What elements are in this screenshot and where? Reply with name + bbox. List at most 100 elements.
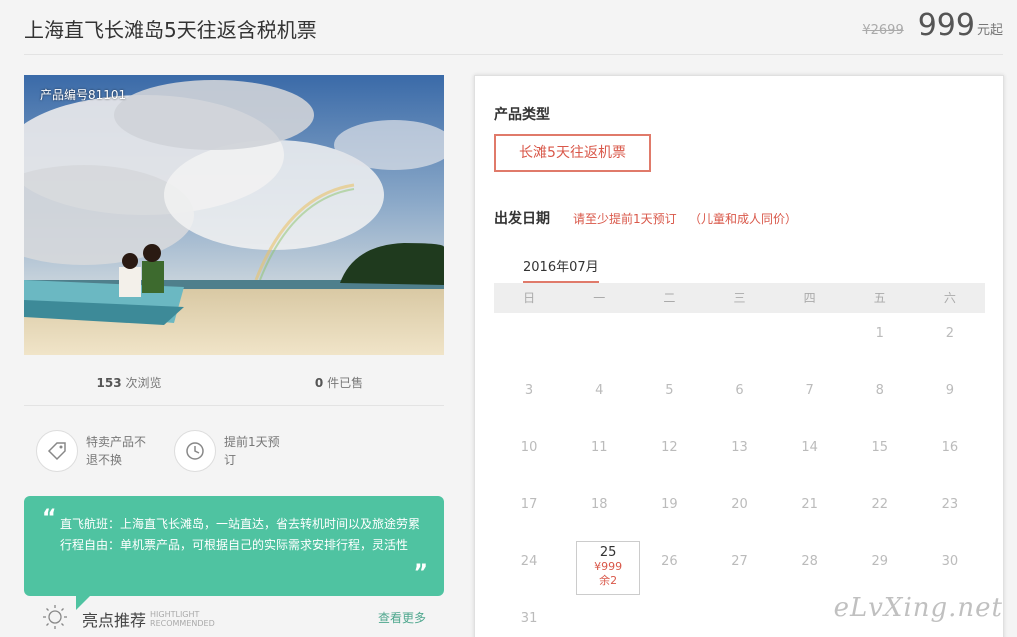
sold-count: 0 [314,376,324,390]
calendar-day: 4 [595,383,604,398]
price-unit: 元起 [976,23,1003,38]
calendar-week-row: 12 [494,313,985,370]
weekday-label: 日 [523,291,536,305]
day-price: ¥999 [594,560,623,573]
open-quote-icon: “ [42,506,57,531]
calendar-day: 20 [731,497,748,512]
calendar-day: 27 [731,554,748,569]
seats-remaining: 余2 [599,574,618,587]
bubble-line-2: 行程自由：单机票产品，可根据自己的实际需求安排行程，灵活性 [60,538,409,552]
product-photo: 产品编号81101 [24,75,444,355]
feature-advance-booking: 提前1天预订 [174,430,312,472]
product-type-label: 产品类型 [494,107,550,123]
weekday-label: 六 [943,291,956,305]
calendar-day: 23 [941,497,959,512]
price-box: ¥2699 999 元起 [862,8,1003,44]
view-more-link[interactable]: 查看更多 [378,609,426,626]
highlight-header: 亮点推荐 HIGHTLIGHT RECOMMENDED 查看更多 [42,604,426,634]
calendar-day [564,598,634,637]
calendar-day: 24 [520,554,538,569]
advance-note: 请至少提前1天预订 [573,212,677,226]
product-stats: 153 次浏览 0 件已售 [24,366,444,406]
clock-icon [174,430,216,472]
calendar-day: 10 [520,440,538,455]
calendar-day: 18 [590,497,608,512]
views-count: 153 [96,376,122,390]
current-price: 999 [917,8,975,43]
calendar-day-available[interactable]: 25 ¥999 余2 [564,541,641,598]
calendar-day: 12 [661,440,678,455]
views-label: 次浏览 [125,376,162,390]
booking-panel: 产品类型 长滩5天往返机票 出发日期 请至少提前1天预订 （儿童和成人同价） 2… [474,75,1004,637]
calendar-day [564,313,634,370]
feature-text: 提前1天预订 [224,435,280,467]
weekday-label: 一 [593,291,606,305]
page-title: 上海直飞长滩岛5天往返含税机票 [24,18,317,42]
calendar-day: 16 [941,440,959,455]
tag-icon [36,430,78,472]
month-tab[interactable]: 2016年07月 [523,256,599,284]
day-number: 25 [599,545,617,560]
calendar-day: 3 [524,383,534,398]
calendar-day: 31 [520,611,538,626]
beach-photo [24,75,444,355]
weekday-label: 二 [663,291,676,305]
calendar-day: 19 [661,497,678,512]
calendar-day [634,598,704,637]
calendar-day: 30 [941,554,959,569]
calendar-day: 22 [871,497,889,512]
product-type-option[interactable]: 长滩5天往返机票 [494,134,651,172]
weekday-header: 日 一 二 三 四 五 六 [494,283,985,313]
available-day-box[interactable]: 25 ¥999 余2 [576,541,641,595]
price-note: （儿童和成人同价） [689,212,798,226]
sold-stat: 0 件已售 [234,366,444,405]
calendar-day: 9 [945,383,955,398]
calendar-day: 7 [805,383,814,398]
watermark: eLvXing.net [833,593,1003,623]
calendar-day: 29 [871,554,889,569]
original-price: ¥2699 [862,23,904,38]
highlight-en-2: RECOMMENDED [150,619,215,628]
feature-text: 特卖产品不退不换 [86,435,147,467]
highlight-en-1: HIGHTLIGHT [150,610,200,619]
calendar-day: 15 [871,440,889,455]
calendar-day [704,598,774,637]
weekday-label: 五 [873,291,886,305]
calendar-day: 17 [520,497,538,512]
views-stat: 153 次浏览 [24,366,234,405]
calendar-day: 8 [875,383,884,398]
bubble-line-1: 直飞航班：上海直飞长滩岛，一站直达，省去转机时间以及旅途劳累 [60,517,421,531]
close-quote-icon: ” [413,561,428,586]
calendar-day [494,313,564,370]
calendar-grid: 1 2 3 4 5 6 7 8 9 10 11 12 13 14 15 16 17 18 19 20 21 22 23 24 2… [494,313,985,637]
product-number: 产品编号81101 [40,88,127,102]
departure-date-label: 出发日期 [494,211,550,227]
feature-list: 特卖产品不退不换 提前1天预订 [36,430,312,472]
calendar-day: 13 [731,440,748,455]
calendar-day: 14 [801,440,818,455]
header-divider [24,54,1003,55]
calendar-day: 1 [875,326,884,341]
feature-no-refund: 特卖产品不退不换 [36,430,174,472]
highlight-bubble: “ 直飞航班：上海直飞长滩岛，一站直达，省去转机时间以及旅途劳累 行程自由：单机… [24,496,444,610]
weekday-label: 三 [733,291,746,305]
highlight-title: 亮点推荐 [82,611,147,630]
weekday-label: 四 [803,291,816,305]
calendar-day: 6 [735,383,744,398]
calendar-day: 5 [665,383,674,398]
calendar-day [775,313,845,370]
calendar-day: 28 [801,554,818,569]
highlight-en-label: HIGHTLIGHT RECOMMENDED [150,610,215,628]
calendar-day: 11 [590,440,608,455]
calendar-day: 26 [661,554,678,569]
calendar-day [634,313,704,370]
calendar-week-row: 17 18 19 20 21 22 23 [494,484,985,541]
calendar-day: 21 [801,497,818,512]
calendar-day: 2 [945,326,955,341]
sold-label: 件已售 [327,376,364,390]
calendar-day [704,313,774,370]
calendar-week-row: 24 25 ¥999 余2 26 27 28 29 30 [494,541,985,598]
sun-icon [42,604,68,634]
calendar-week-row: 3 4 5 6 7 8 9 [494,370,985,427]
calendar-week-row: 10 11 12 13 14 15 16 [494,427,985,484]
